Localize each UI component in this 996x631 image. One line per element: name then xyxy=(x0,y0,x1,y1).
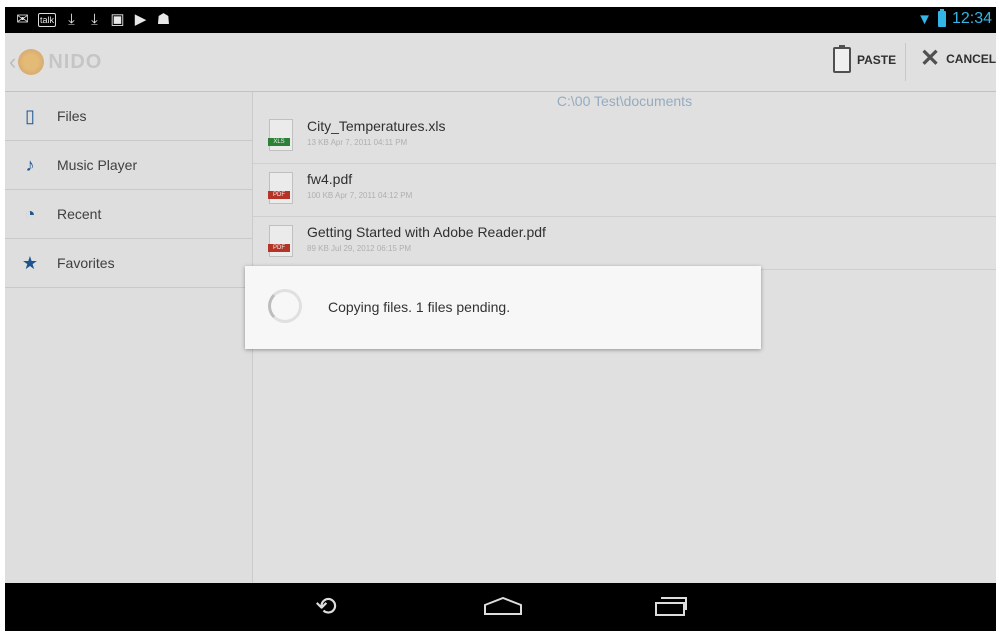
download-icon: ⤓ xyxy=(91,11,98,28)
android-debug-icon: ☗ xyxy=(156,11,171,28)
loading-spinner-icon xyxy=(268,289,302,323)
progress-dialog: Copying files. 1 files pending. xyxy=(245,266,761,349)
sd-card-icon: ▣ xyxy=(110,11,125,28)
system-status: ▼ 12:34 xyxy=(917,9,992,28)
navigation-bar: ⟲ xyxy=(5,583,996,631)
clock: 12:34 xyxy=(951,10,992,27)
recent-apps-icon[interactable] xyxy=(653,595,689,617)
battery-icon xyxy=(937,9,946,27)
gmail-icon: ✉ xyxy=(16,11,29,28)
talk-icon: talk xyxy=(38,13,56,27)
notification-icons: ✉ talk ⤓ ⤓ ▣ ▶ ☗ xyxy=(15,11,171,29)
home-icon[interactable] xyxy=(483,597,523,615)
status-bar: ✉ talk ⤓ ⤓ ▣ ▶ ☗ ▼ 12:34 xyxy=(5,7,996,33)
play-store-icon: ▶ xyxy=(134,11,147,28)
progress-message: Copying files. 1 files pending. xyxy=(328,299,511,315)
download-icon: ⤓ xyxy=(68,11,75,28)
device-screen: ✉ talk ⤓ ⤓ ▣ ▶ ☗ ▼ 12:34 ‹ NIDO PASTE ✕ … xyxy=(5,7,996,631)
back-icon[interactable]: ⟲ xyxy=(315,593,337,619)
wifi-icon: ▼ xyxy=(917,10,932,28)
